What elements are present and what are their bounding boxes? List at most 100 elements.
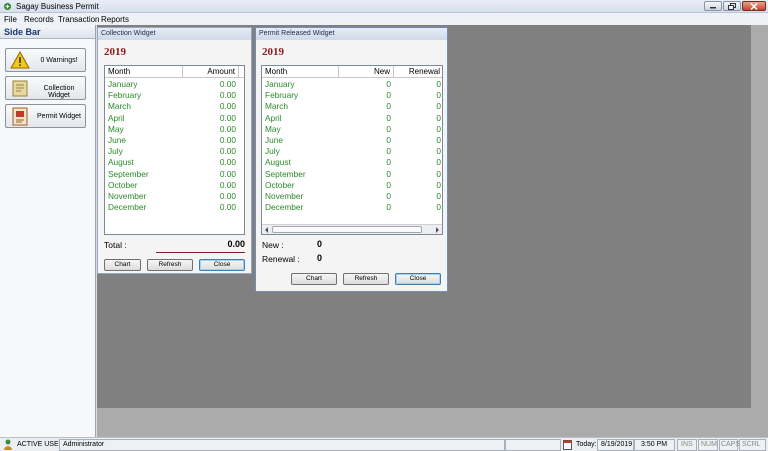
- table-row[interactable]: December 0 0: [262, 202, 442, 213]
- close-button[interactable]: Close: [199, 259, 245, 271]
- date-panel: 8/19/2019: [597, 439, 634, 451]
- collection-table-header: Month Amount: [105, 66, 244, 78]
- renewal-cell: 0: [436, 168, 441, 179]
- month-cell: August: [108, 157, 134, 168]
- warning-icon: [10, 51, 30, 69]
- column-header-amount[interactable]: Amount: [183, 66, 239, 78]
- new-cell: 0: [386, 79, 391, 89]
- new-cell: 0: [386, 135, 391, 145]
- amount-cell: 0.00: [219, 135, 236, 145]
- close-window-button[interactable]: [742, 1, 766, 11]
- permit-table[interactable]: Month New Renewal January 0 0 February 0 0 Mar…: [261, 65, 443, 235]
- renewal-cell: 0: [436, 101, 441, 112]
- permit-widget-title: Permit Released Widget: [256, 28, 447, 40]
- table-row[interactable]: February 0 0: [262, 90, 442, 101]
- scrl-label: SCRL: [742, 441, 761, 448]
- table-row[interactable]: October 0 0: [262, 180, 442, 191]
- table-row[interactable]: November 0.00: [105, 191, 244, 202]
- warnings-button[interactable]: 0 Warnings!: [5, 48, 86, 72]
- scroll-thumb[interactable]: [272, 226, 422, 233]
- scrl-indicator: SCRL: [739, 439, 766, 451]
- column-header-renewal[interactable]: Renewal: [394, 66, 442, 78]
- table-row[interactable]: July 0 0: [262, 146, 442, 157]
- menu-records[interactable]: Records: [24, 15, 54, 24]
- table-row[interactable]: June 0.00: [105, 135, 244, 146]
- permit-widget-button[interactable]: Permit Widget: [5, 104, 86, 128]
- collection-icon: [12, 80, 28, 97]
- table-row[interactable]: February 0.00: [105, 90, 244, 101]
- total-value: 0.00: [227, 239, 245, 249]
- chart-button[interactable]: Chart: [291, 273, 337, 285]
- close-button[interactable]: Close: [395, 273, 441, 285]
- table-row[interactable]: June 0 0: [262, 135, 442, 146]
- collection-table[interactable]: Month Amount January 0.00 February 0.00 Marc…: [104, 65, 245, 235]
- column-header-month[interactable]: Month: [262, 66, 339, 78]
- collection-widget-button[interactable]: Collection Widget: [5, 76, 86, 100]
- table-row[interactable]: September 0.00: [105, 169, 244, 180]
- table-row[interactable]: April 0.00: [105, 113, 244, 124]
- restore-button[interactable]: [723, 1, 741, 11]
- month-cell: July: [108, 146, 123, 157]
- table-row[interactable]: January 0 0: [262, 79, 442, 90]
- table-row[interactable]: March 0.00: [105, 101, 244, 112]
- month-cell: July: [265, 146, 280, 157]
- user-icon: [4, 439, 12, 450]
- minimize-button[interactable]: [704, 1, 722, 11]
- active-user-panel: Administrator: [59, 439, 505, 451]
- renewal-cell: 0: [436, 123, 441, 134]
- caps-indicator: CAPS: [719, 439, 740, 451]
- collection-widget: Collection Widget 2019 Month Amount Janu…: [97, 27, 252, 274]
- table-row[interactable]: March 0 0: [262, 101, 442, 112]
- table-row[interactable]: May 0 0: [262, 124, 442, 135]
- month-cell: January: [265, 79, 295, 89]
- table-row[interactable]: August 0 0: [262, 157, 442, 168]
- month-cell: May: [265, 123, 281, 134]
- refresh-button[interactable]: Refresh: [343, 273, 389, 285]
- table-row[interactable]: December 0.00: [105, 202, 244, 213]
- month-cell: March: [265, 101, 289, 112]
- renewal-cell: 0: [436, 112, 441, 123]
- table-row[interactable]: April 0 0: [262, 113, 442, 124]
- month-cell: November: [108, 191, 147, 201]
- refresh-button[interactable]: Refresh: [147, 259, 193, 271]
- table-row[interactable]: May 0.00: [105, 124, 244, 135]
- renewal-cell: 0: [436, 79, 441, 89]
- amount-cell: 0.00: [219, 202, 236, 213]
- column-header-new[interactable]: New: [339, 66, 394, 78]
- amount-cell: 0.00: [219, 191, 236, 201]
- month-cell: February: [265, 90, 299, 101]
- renewal-cell: 0: [436, 191, 441, 201]
- table-row[interactable]: August 0.00: [105, 157, 244, 168]
- column-header-month[interactable]: Month: [105, 66, 183, 78]
- num-indicator: NUM: [698, 439, 718, 451]
- menu-reports[interactable]: Reports: [101, 15, 129, 24]
- chart-button[interactable]: Chart: [104, 259, 141, 271]
- table-row[interactable]: January 0.00: [105, 79, 244, 90]
- menu-file[interactable]: File: [4, 15, 17, 24]
- month-cell: May: [108, 123, 124, 134]
- status-bar: ACTIVE USER: Administrator Today: 8/19/2…: [0, 437, 768, 451]
- month-cell: December: [265, 202, 304, 213]
- minimize-icon: [710, 7, 716, 9]
- renewal-cell: 0: [436, 135, 441, 145]
- sidebar-title: Side Bar: [0, 25, 95, 39]
- new-cell: 0: [386, 191, 391, 201]
- scroll-right-icon[interactable]: [435, 227, 440, 233]
- horizontal-scrollbar[interactable]: [262, 224, 442, 234]
- table-row[interactable]: November 0 0: [262, 191, 442, 202]
- permit-icon: [12, 107, 28, 126]
- new-cell: 0: [386, 157, 391, 168]
- menu-transaction[interactable]: Transaction: [58, 15, 100, 24]
- month-cell: October: [265, 179, 295, 190]
- renewal-cell: 0: [436, 146, 441, 157]
- month-cell: June: [265, 135, 283, 145]
- table-row[interactable]: October 0.00: [105, 180, 244, 191]
- renewal-value: 0: [317, 253, 323, 263]
- time-panel: 3:50 PM: [634, 439, 675, 451]
- table-row[interactable]: September 0 0: [262, 169, 442, 180]
- month-cell: September: [265, 168, 306, 179]
- permit-year: 2019: [262, 46, 284, 58]
- scroll-left-icon[interactable]: [264, 227, 269, 233]
- table-row[interactable]: July 0.00: [105, 146, 244, 157]
- new-cell: 0: [386, 168, 391, 179]
